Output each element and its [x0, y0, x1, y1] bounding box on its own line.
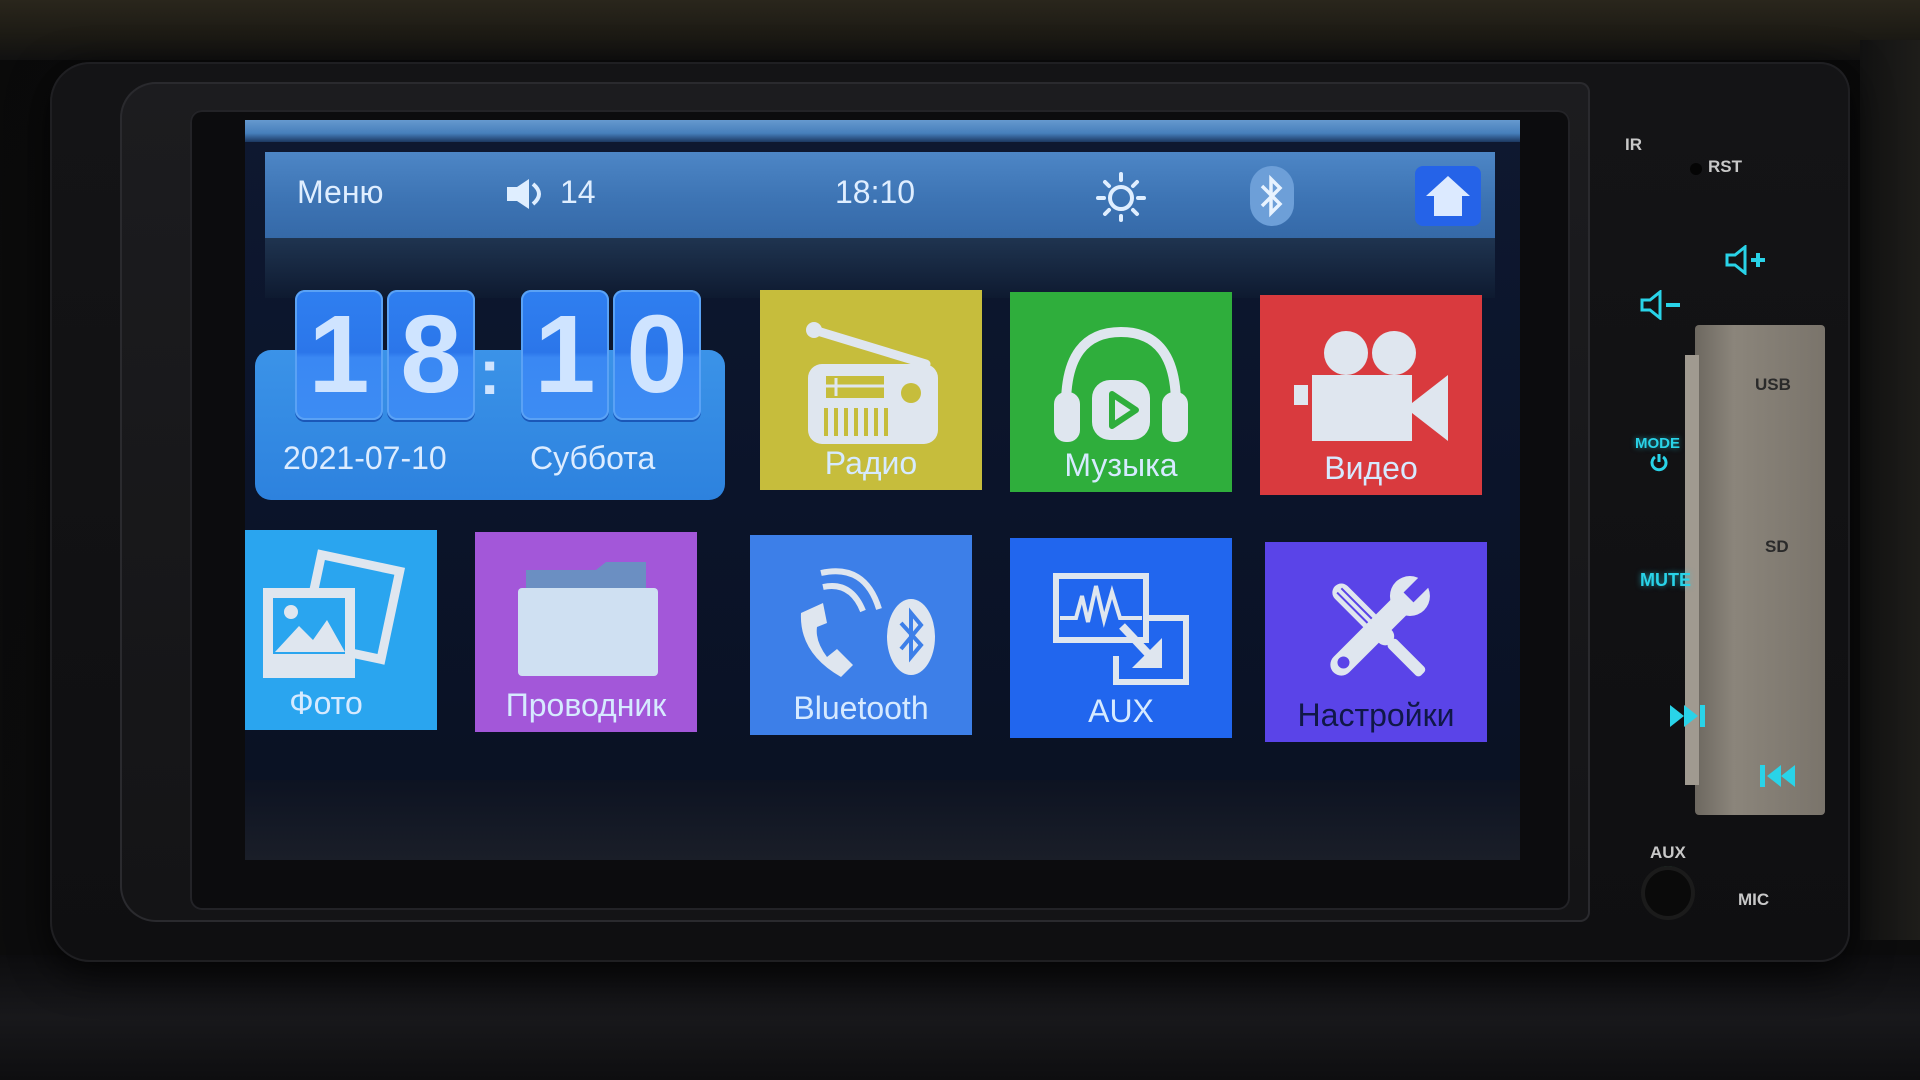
tile-video-label: Видео	[1324, 450, 1418, 486]
hardware-panel: IR RST USB SD MODE MUTE AUX MIC	[1590, 105, 1840, 945]
aux-input-icon	[1053, 573, 1189, 685]
aux-port-label: AUX	[1650, 843, 1686, 862]
touchscreen: Меню 14 18:10 1 8: 1 0 2021-07-10 Суббо…	[245, 120, 1520, 860]
clock-weekday: Суббота	[530, 440, 656, 476]
home-button[interactable]	[1415, 166, 1481, 226]
status-bar: Меню 14 18:10	[265, 152, 1495, 238]
ir-label: IR	[1625, 135, 1642, 154]
tile-bluetooth[interactable]: Bluetooth	[750, 535, 972, 735]
tile-aux[interactable]: AUX	[1010, 538, 1232, 738]
rst-label: RST	[1708, 157, 1742, 176]
clock-minute-ones: 0	[613, 290, 701, 420]
sun-icon[interactable]	[1095, 170, 1147, 222]
volume-up-icon[interactable]	[1725, 245, 1769, 275]
mute-button[interactable]: MUTE	[1640, 570, 1691, 591]
clock-hour-tens: 1	[295, 290, 383, 420]
usb-label: USB	[1755, 375, 1791, 394]
tile-file-explorer-label: Проводник	[505, 687, 667, 723]
status-bar-shadow	[265, 238, 1495, 298]
tile-settings[interactable]: Настройки	[1265, 542, 1487, 742]
tile-photo-label: Фото	[289, 685, 363, 721]
tile-radio[interactable]: Радио	[760, 290, 982, 490]
speaker-icon[interactable]	[505, 176, 549, 212]
usb-sd-slot-cover[interactable]	[1695, 325, 1825, 815]
reset-pinhole[interactable]	[1690, 163, 1702, 175]
tile-music[interactable]: Музыка	[1010, 292, 1232, 492]
phone-bluetooth-icon	[800, 568, 935, 677]
tile-video[interactable]: Видео	[1260, 295, 1482, 495]
dashboard-bottom	[0, 955, 1920, 1080]
clock-hour-ones: 8	[387, 290, 475, 420]
mic-label: MIC	[1738, 890, 1770, 909]
tile-radio-label: Радио	[824, 445, 918, 481]
dashboard-top	[0, 0, 1920, 60]
photos-icon	[263, 549, 406, 678]
tile-music-label: Музыка	[1064, 447, 1178, 483]
menu-button[interactable]: Меню	[297, 174, 383, 211]
aux-jack[interactable]	[1645, 870, 1691, 916]
status-time: 18:10	[835, 174, 916, 210]
screen-glare	[245, 120, 1520, 142]
mode-label: MODE	[1635, 435, 1680, 452]
clock-date: 2021-07-10	[283, 440, 447, 476]
home-icon	[1426, 176, 1470, 216]
video-camera-icon	[1294, 331, 1448, 441]
volume-level: 14	[560, 174, 596, 210]
volume-down-icon[interactable]	[1640, 290, 1684, 320]
screen-bottom-area	[245, 780, 1520, 860]
tile-photo[interactable]: Фото	[245, 530, 437, 730]
clock-minute-tens: 1	[521, 290, 609, 420]
sd-label: SD	[1765, 537, 1789, 556]
tile-bluetooth-label: Bluetooth	[793, 690, 929, 726]
tile-aux-label: AUX	[1088, 693, 1154, 729]
tile-file-explorer[interactable]: Проводник	[475, 532, 697, 732]
previous-track-icon[interactable]	[1760, 765, 1800, 787]
radio-icon	[806, 322, 938, 444]
clock-separator: :	[479, 336, 501, 408]
next-track-icon[interactable]	[1670, 705, 1710, 727]
headphones-icon	[1054, 326, 1188, 442]
mode-button[interactable]: MODE	[1635, 435, 1695, 477]
bluetooth-icon	[1260, 174, 1283, 218]
tile-settings-label: Настройки	[1297, 697, 1455, 733]
dashboard-right	[1860, 40, 1920, 940]
folder-icon	[518, 562, 658, 676]
bluetooth-button[interactable]	[1250, 166, 1294, 226]
tools-icon	[1330, 575, 1431, 677]
power-icon	[1650, 454, 1668, 472]
